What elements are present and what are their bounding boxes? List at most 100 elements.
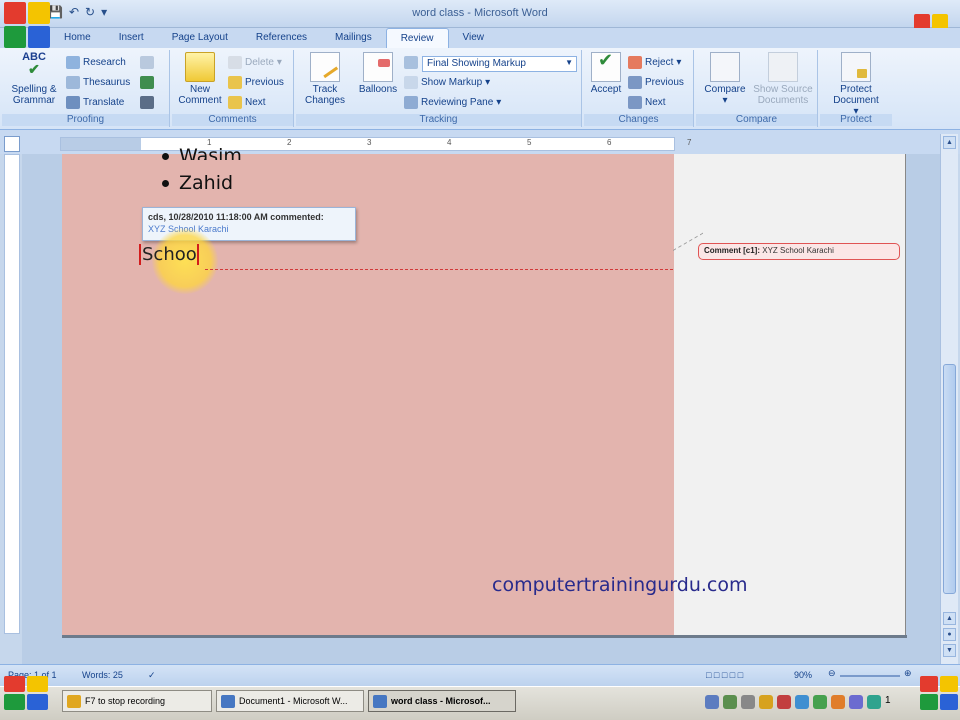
messenger-icon[interactable] [867, 695, 881, 709]
balloons-button[interactable]: Balloons [354, 52, 402, 95]
zoom-slider[interactable] [840, 675, 900, 677]
corner-logo-bottom-left-icon [4, 676, 48, 710]
next-change-button[interactable]: Next [628, 96, 666, 109]
view-buttons[interactable]: □ □ □ □ □ [706, 670, 743, 680]
delete-comment-button[interactable]: Delete ▾ [228, 56, 282, 69]
proofing-status-icon[interactable]: ✓ [148, 670, 156, 681]
next-comment-icon [228, 96, 242, 109]
tab-page-layout[interactable]: Page Layout [158, 28, 242, 48]
comment-balloon[interactable]: Comment [c1]: XYZ School Karachi [698, 243, 900, 260]
taskbar-item-document1[interactable]: Document1 - Microsoft W... [216, 690, 364, 712]
translation-tip-icon [140, 96, 154, 109]
track-changes-icon [310, 52, 340, 82]
display-for-review-dropdown[interactable]: Final Showing Markup ▼ [422, 56, 577, 72]
research-button[interactable]: Research [66, 56, 126, 69]
translation-tip-button[interactable] [140, 96, 154, 109]
tab-home[interactable]: Home [50, 28, 105, 48]
volume-icon[interactable] [741, 695, 755, 709]
ruler-tick: 3 [367, 138, 372, 147]
vertical-scrollbar[interactable]: ▲ ▲ ● ▼ [940, 134, 958, 664]
comment-balloon-label: Comment [c1]: [704, 246, 761, 255]
update-icon[interactable] [795, 695, 809, 709]
previous-page-icon[interactable]: ▲ [943, 612, 956, 625]
watermark-text: computertrainingurdu.com [492, 574, 748, 596]
previous-change-button[interactable]: Previous [628, 76, 684, 89]
ribbon: ABC ✔ Spelling & Grammar Research Thesaur… [0, 48, 960, 130]
group-compare: Compare ▾ Show Source Documents Compare [696, 50, 818, 127]
help-icon[interactable] [705, 695, 719, 709]
reject-button[interactable]: Reject ▾ [628, 56, 681, 69]
taskbar-item-word-class[interactable]: word class - Microsof... [368, 690, 516, 712]
tab-insert[interactable]: Insert [105, 28, 158, 48]
compare-icon [710, 52, 740, 82]
chevron-down-icon: ▼ [565, 58, 573, 67]
ruler-tick: 4 [447, 138, 452, 147]
accept-button[interactable]: ✔ Accept [586, 51, 626, 95]
sync-icon[interactable] [849, 695, 863, 709]
next-comment-button[interactable]: Next [228, 96, 266, 109]
office-button[interactable] [4, 2, 50, 48]
tab-mailings[interactable]: Mailings [321, 28, 386, 48]
group-label-proofing: Proofing [2, 114, 169, 126]
spelling-grammar-button[interactable]: ABC ✔ Spelling & Grammar [6, 52, 62, 107]
word-count[interactable]: Words: 25 [82, 670, 123, 680]
reviewing-pane-button[interactable]: Reviewing Pane ▾ [404, 96, 501, 109]
track-changes-button[interactable]: Track Changes [298, 52, 352, 106]
ruler-tick: 6 [607, 138, 612, 147]
thesaurus-button[interactable]: Thesaurus [66, 76, 130, 89]
tab-references[interactable]: References [242, 28, 321, 48]
horizontal-ruler[interactable]: 1 2 3 4 5 6 7 [60, 137, 691, 151]
set-language-button[interactable] [140, 56, 154, 69]
commented-text[interactable]: Schoo [139, 244, 199, 265]
protect-document-button[interactable]: Protect Document ▾ [824, 52, 888, 117]
zoom-out-icon[interactable]: ⊖ [828, 668, 836, 679]
zoom-in-icon[interactable]: ⊕ [904, 668, 912, 679]
battery-icon[interactable] [813, 695, 827, 709]
zoom-level[interactable]: 90% [794, 670, 812, 680]
tray-clock: 1 [885, 695, 891, 706]
previous-comment-icon [228, 76, 242, 89]
taskbar: F7 to stop recording Document1 - Microso… [0, 686, 960, 720]
translate-button[interactable]: Translate [66, 96, 124, 109]
previous-comment-button[interactable]: Previous [228, 76, 284, 89]
scroll-up-icon[interactable]: ▲ [943, 136, 956, 149]
select-browse-object-icon[interactable]: ● [943, 628, 956, 641]
security-icon[interactable] [777, 695, 791, 709]
status-bar: Page: 1 of 1 Words: 25 ✓ □ □ □ □ □ 90% ⊖… [0, 664, 960, 686]
language-icon [140, 56, 154, 69]
page-shadow [62, 635, 907, 638]
show-markup-icon [404, 76, 418, 89]
next-page-icon[interactable]: ▼ [943, 644, 956, 657]
tab-selector-icon[interactable] [4, 136, 20, 152]
shield-icon[interactable] [759, 695, 773, 709]
ruler-tick: 2 [287, 138, 292, 147]
show-source-documents-button[interactable]: Show Source Documents [752, 52, 814, 106]
bullet-icon [162, 179, 169, 187]
tray-app-icon[interactable] [831, 695, 845, 709]
display-for-review-icon-button[interactable] [404, 56, 418, 69]
taskbar-item-recording[interactable]: F7 to stop recording [62, 690, 212, 712]
new-comment-button[interactable]: New Comment [176, 52, 224, 106]
recorder-icon [67, 695, 81, 708]
new-comment-icon [185, 52, 215, 82]
scroll-thumb[interactable] [943, 364, 956, 594]
show-markup-button[interactable]: Show Markup ▾ [404, 76, 490, 89]
group-label-tracking: Tracking [296, 114, 581, 126]
ribbon-tabs: Home Insert Page Layout References Maili… [0, 28, 960, 48]
tab-view[interactable]: View [449, 28, 499, 48]
vertical-ruler[interactable] [4, 154, 20, 634]
show-source-icon [768, 52, 798, 82]
display-review-icon [404, 56, 418, 69]
ruler-tick: 7 [687, 138, 692, 147]
word-count-button[interactable] [140, 76, 154, 89]
group-label-protect: Protect [820, 114, 892, 126]
network-icon[interactable] [723, 695, 737, 709]
list-item: Wasim [162, 148, 242, 160]
system-tray: 1 [705, 690, 920, 714]
group-label-comments: Comments [172, 114, 293, 126]
group-protect: Protect Document ▾ Protect [820, 50, 892, 127]
tab-review[interactable]: Review [385, 28, 449, 48]
reviewing-pane-icon [404, 96, 418, 109]
corner-logo-bottom-right-icon [920, 676, 958, 710]
compare-button[interactable]: Compare ▾ [700, 52, 750, 106]
